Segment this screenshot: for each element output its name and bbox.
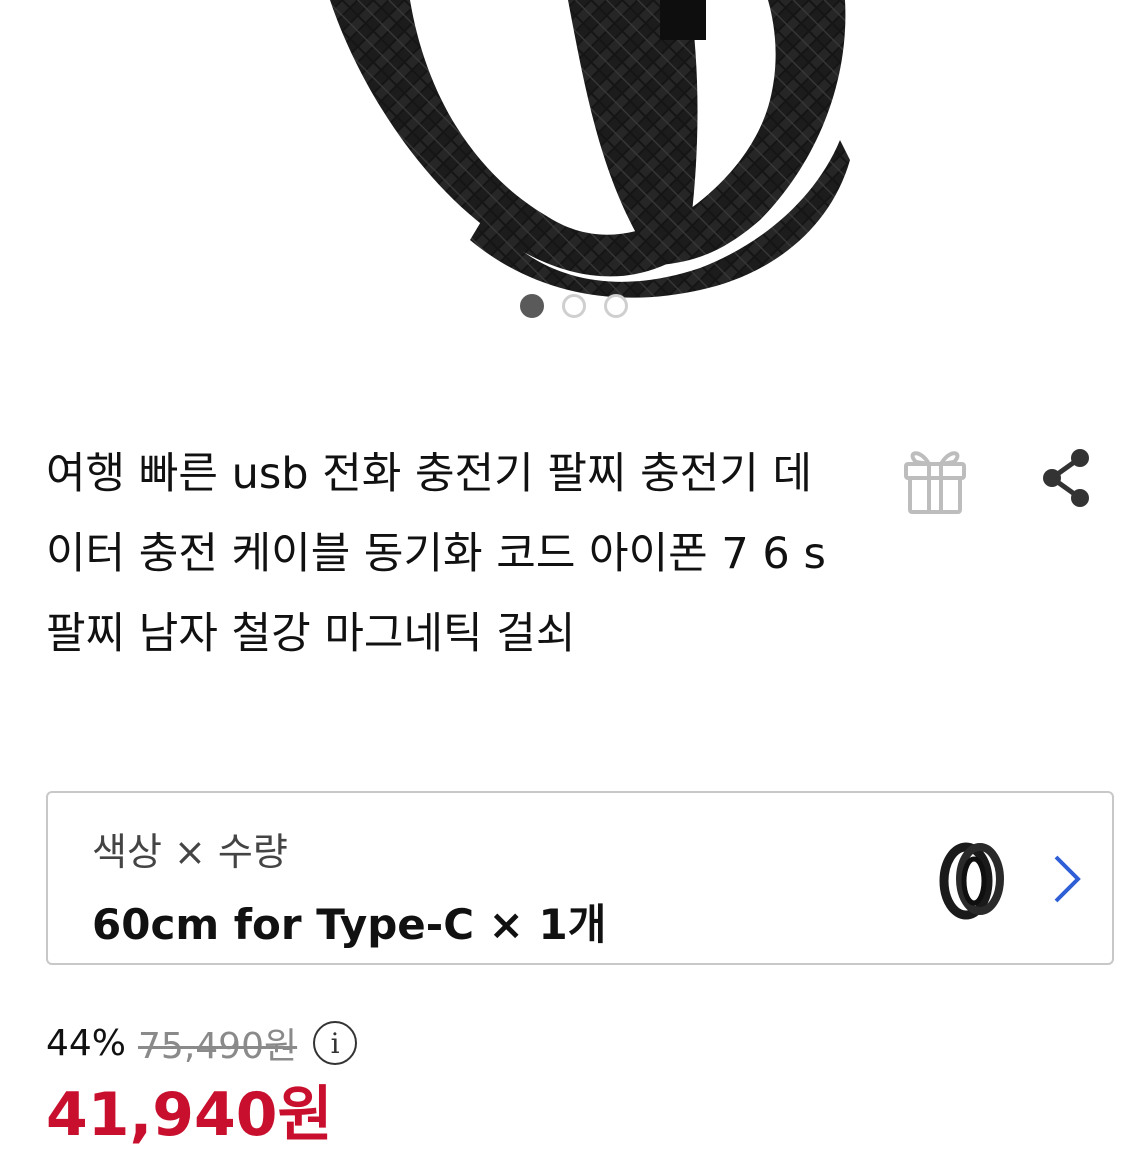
- bracelet-image: [330, 0, 850, 298]
- option-selector[interactable]: 색상 × 수량 60cm for Type-C × 1개: [46, 791, 1114, 965]
- share-icon[interactable]: [1038, 446, 1094, 510]
- original-price: 75,490원: [138, 1026, 298, 1067]
- final-price: 41,940원: [46, 1080, 333, 1150]
- carousel-indicator: [520, 294, 628, 318]
- info-icon[interactable]: i: [313, 1021, 358, 1065]
- carousel-dot-2[interactable]: [562, 294, 586, 318]
- product-title: 여행 빠른 usb 전화 충전기 팔찌 충전기 데이터 충전 케이블 동기화 코…: [46, 449, 826, 659]
- carousel-dot-3[interactable]: [604, 294, 628, 318]
- gift-icon[interactable]: [898, 440, 972, 516]
- option-value: 60cm for Type-C × 1개: [92, 900, 607, 949]
- discount-row: 44% 75,490원 i: [46, 1018, 358, 1068]
- discount-percent: 44%: [46, 1022, 127, 1064]
- carousel-dot-1[interactable]: [520, 294, 544, 318]
- option-label: 색상 × 수량: [92, 830, 288, 874]
- option-thumbnail: [932, 835, 1012, 925]
- product-image[interactable]: [0, 0, 1144, 340]
- chevron-right-icon[interactable]: [1048, 851, 1088, 907]
